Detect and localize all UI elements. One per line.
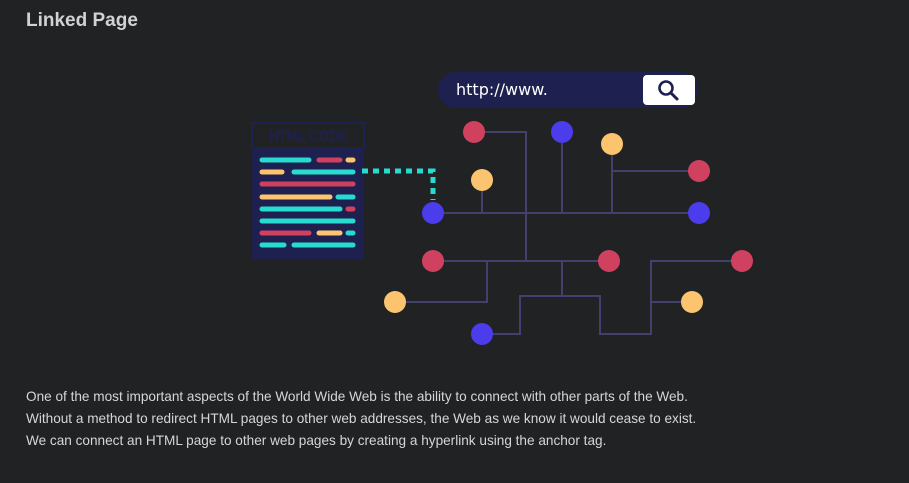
address-bar-url: http://www. xyxy=(456,80,548,99)
network-node xyxy=(688,160,710,182)
network-node xyxy=(422,250,444,272)
search-button xyxy=(643,75,695,105)
address-bar: http://www. xyxy=(438,72,698,108)
network-node xyxy=(731,250,753,272)
network-node xyxy=(471,169,493,191)
network-node xyxy=(688,202,710,224)
description-line: Without a method to redirect HTML pages … xyxy=(26,411,697,426)
network-node xyxy=(384,291,406,313)
network-node xyxy=(598,250,620,272)
network-node xyxy=(422,202,444,224)
network-node xyxy=(463,121,485,143)
network-nodes xyxy=(384,121,753,345)
code-document-header: HTML CODE xyxy=(269,130,347,145)
description-line: We can connect an HTML page to other web… xyxy=(26,433,607,448)
network-node xyxy=(601,133,623,155)
description: One of the most important aspects of the… xyxy=(26,386,886,452)
description-line: One of the most important aspects of the… xyxy=(26,389,688,404)
dotted-link xyxy=(362,168,436,200)
network-node xyxy=(471,323,493,345)
network-node xyxy=(681,291,703,313)
network-node xyxy=(551,121,573,143)
code-document: HTML CODE xyxy=(251,122,365,259)
